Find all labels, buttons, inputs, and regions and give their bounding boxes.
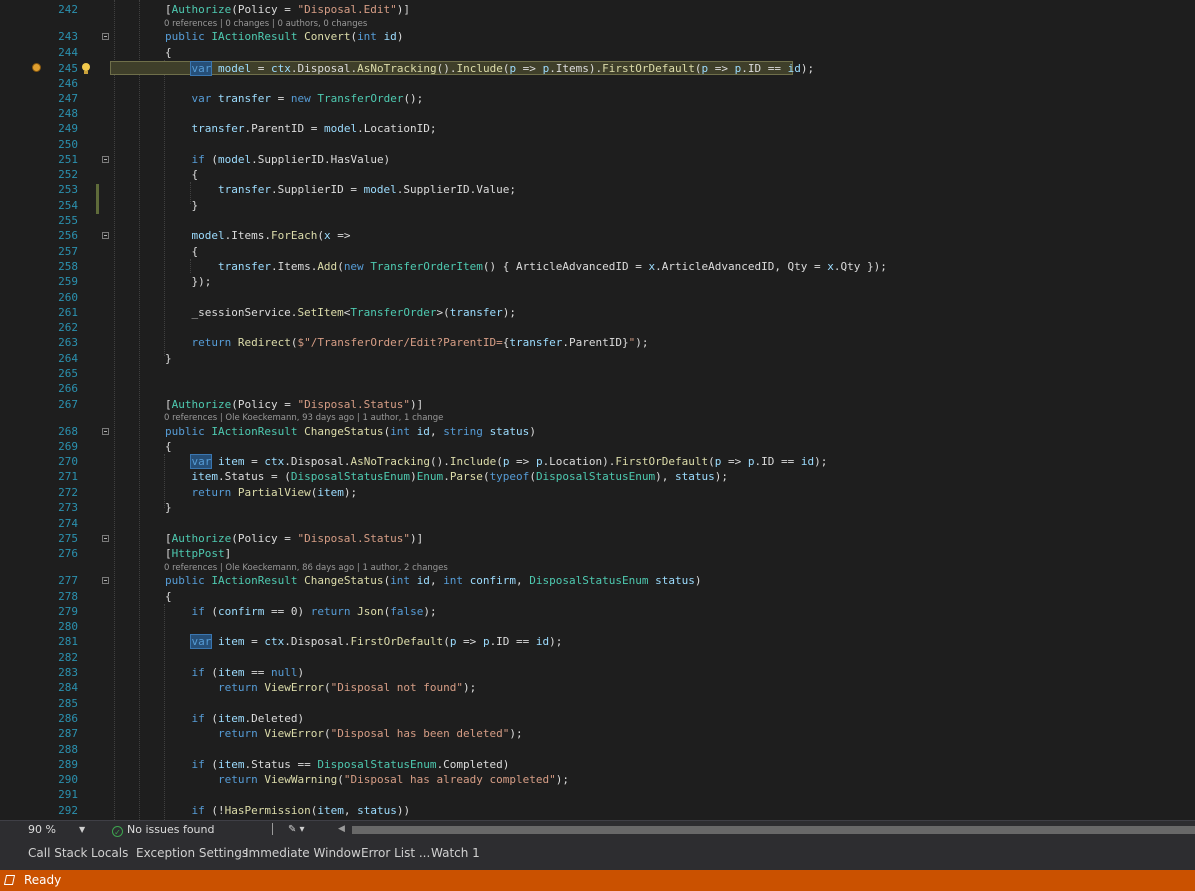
status-bar: Ready	[0, 870, 1195, 891]
code-line[interactable]: 273 }	[0, 500, 1195, 515]
code-line[interactable]: 287 return ViewError("Disposal has been …	[0, 726, 1195, 741]
code-line[interactable]: 255	[0, 213, 1195, 228]
code-line[interactable]: 274	[0, 516, 1195, 531]
code-line[interactable]: 267 [Authorize(Policy = "Disposal.Status…	[0, 397, 1195, 412]
code-line[interactable]: 285	[0, 696, 1195, 711]
code-line[interactable]: 277 public IActionResult ChangeStatus(in…	[0, 573, 1195, 588]
codelens-info[interactable]: 0 references | Ole Koeckemann, 93 days a…	[164, 413, 443, 423]
issues-indicator[interactable]: ✓ No issues found	[112, 822, 214, 837]
code-line[interactable]: 258 transfer.Items.Add(new TransferOrder…	[0, 259, 1195, 274]
chevron-down-icon[interactable]: ▼	[79, 822, 85, 837]
collapse-icon[interactable]	[102, 232, 109, 239]
code-line[interactable]: 271 item.Status = (DisposalStatusEnum)En…	[0, 469, 1195, 484]
tool-window-tabs: Call Stack Locals Exception Settings Imm…	[0, 838, 1195, 870]
code-line[interactable]: 283 if (item == null)	[0, 665, 1195, 680]
ready-icon	[3, 875, 16, 885]
code-line[interactable]: 250	[0, 137, 1195, 152]
code-line[interactable]: 260	[0, 290, 1195, 305]
tab-locals[interactable]: Locals	[91, 845, 128, 861]
code-line[interactable]: 292 if (!HasPermission(item, status))	[0, 803, 1195, 818]
code-line[interactable]: 281 var item = ctx.Disposal.FirstOrDefau…	[0, 634, 1195, 649]
code-line[interactable]: 252 {	[0, 167, 1195, 182]
code-line[interactable]: 289 if (item.Status == DisposalStatusEnu…	[0, 757, 1195, 772]
code-line[interactable]: 256 model.Items.ForEach(x =>	[0, 228, 1195, 243]
code-line[interactable]: 243 public IActionResult Convert(int id)	[0, 29, 1195, 44]
code-line[interactable]: 286 if (item.Deleted)	[0, 711, 1195, 726]
collapse-icon[interactable]	[102, 156, 109, 163]
code-line[interactable]: 263 return Redirect($"/TransferOrder/Edi…	[0, 335, 1195, 350]
code-line[interactable]: 282	[0, 650, 1195, 665]
tab-error-list[interactable]: Error List ...	[361, 845, 430, 861]
code-line[interactable]: 276 [HttpPost]	[0, 546, 1195, 561]
code-line[interactable]: 275 [Authorize(Policy = "Disposal.Status…	[0, 531, 1195, 546]
code-line[interactable]: 284 return ViewError("Disposal not found…	[0, 680, 1195, 695]
collapse-icon[interactable]	[102, 535, 109, 542]
codelens-info[interactable]: 0 references | 0 changes | 0 authors, 0 …	[164, 19, 367, 29]
code-line[interactable]: 280	[0, 619, 1195, 634]
code-line[interactable]: 291	[0, 787, 1195, 802]
codelens-info[interactable]: 0 references | Ole Koeckemann, 86 days a…	[164, 563, 448, 573]
code-line[interactable]: 254 }	[0, 198, 1195, 213]
code-line[interactable]: 248	[0, 106, 1195, 121]
code-line[interactable]: 246	[0, 76, 1195, 91]
divider	[272, 823, 273, 835]
code-line[interactable]: 249 transfer.ParentID = model.LocationID…	[0, 121, 1195, 136]
tab-exception-settings[interactable]: Exception Settings	[136, 845, 248, 861]
code-line[interactable]: 279 if (confirm == 0) return Json(false)…	[0, 604, 1195, 619]
code-cleanup-icon[interactable]: ✎ ▾	[288, 822, 305, 837]
code-line[interactable]: 278 {	[0, 589, 1195, 604]
code-line[interactable]: 290 return ViewWarning("Disposal has alr…	[0, 772, 1195, 787]
code-line[interactable]: 270 var item = ctx.Disposal.AsNoTracking…	[0, 454, 1195, 469]
code-line[interactable]: 262	[0, 320, 1195, 335]
code-line[interactable]: 242 [Authorize(Policy = "Disposal.Edit")…	[0, 2, 1195, 17]
editor-status-strip: 90 % ▼ ✓ No issues found ✎ ▾ ◀	[0, 820, 1195, 838]
code-line[interactable]: 272 return PartialView(item);	[0, 485, 1195, 500]
status-text: Ready	[24, 873, 62, 887]
code-editor[interactable]: 242 [Authorize(Policy = "Disposal.Edit")…	[0, 0, 1195, 820]
code-line[interactable]: 251 if (model.SupplierID.HasValue)	[0, 152, 1195, 167]
code-line[interactable]: 288	[0, 742, 1195, 757]
collapse-icon[interactable]	[102, 33, 109, 40]
code-line[interactable]: 257 {	[0, 244, 1195, 259]
horizontal-scrollbar[interactable]: ◀	[338, 822, 1195, 837]
collapse-icon[interactable]	[102, 428, 109, 435]
collapse-icon[interactable]	[102, 577, 109, 584]
zoom-value: 90 %	[28, 823, 56, 836]
code-line[interactable]: 261 _sessionService.SetItem<TransferOrde…	[0, 305, 1195, 320]
code-line[interactable]: 253 transfer.SupplierID = model.Supplier…	[0, 182, 1195, 197]
code-line[interactable]: 269 {	[0, 439, 1195, 454]
code-line[interactable]: 268 public IActionResult ChangeStatus(in…	[0, 424, 1195, 439]
code-line-current[interactable]: 245 var model = ctx.Disposal.AsNoTrackin…	[0, 61, 1195, 76]
tab-watch-1[interactable]: Watch 1	[431, 845, 480, 861]
code-line[interactable]: 247 var transfer = new TransferOrder();	[0, 91, 1195, 106]
code-line[interactable]: 244 {	[0, 45, 1195, 60]
tab-immediate-window[interactable]: Immediate Window	[245, 845, 361, 861]
scrollbar-thumb[interactable]	[352, 826, 1195, 834]
tab-call-stack[interactable]: Call Stack	[28, 845, 87, 861]
check-circle-icon: ✓	[112, 826, 123, 837]
code-line[interactable]: 266	[0, 381, 1195, 396]
code-line[interactable]: 259 });	[0, 274, 1195, 289]
code-line[interactable]: 264 }	[0, 351, 1195, 366]
issues-label: No issues found	[127, 823, 215, 836]
code-line[interactable]: 265	[0, 366, 1195, 381]
scroll-left-icon[interactable]: ◀	[338, 822, 350, 837]
